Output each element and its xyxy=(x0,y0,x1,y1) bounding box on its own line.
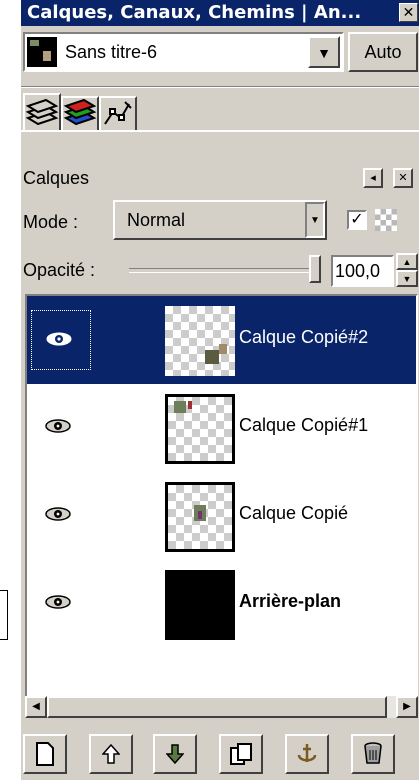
new-layer-icon xyxy=(36,742,54,766)
layers-dock-window: Calques, Canaux, Chemins | An... ✕ Sans … xyxy=(20,0,419,780)
duplicate-layer-icon xyxy=(230,743,252,765)
lower-layer-button[interactable] xyxy=(153,734,197,774)
layer-name[interactable]: Calque Copié#2 xyxy=(239,327,368,348)
tab-strip-line xyxy=(21,130,419,132)
opacity-input[interactable]: 100,0 xyxy=(331,255,394,287)
eye-icon xyxy=(45,507,71,521)
delete-layer-icon xyxy=(364,742,382,764)
opacity-slider-handle[interactable] xyxy=(309,255,321,283)
close-icon[interactable]: ✕ xyxy=(399,3,418,22)
eye-icon xyxy=(45,419,71,433)
title-bar[interactable]: Calques, Canaux, Chemins | An... ✕ xyxy=(21,0,419,26)
channels-tab-icon xyxy=(63,98,97,126)
layer-row[interactable]: Calque Copié#1 xyxy=(27,384,416,472)
panel-title: Calques xyxy=(23,168,90,188)
new-layer-button[interactable] xyxy=(23,734,67,774)
image-name: Sans titre-6 xyxy=(65,42,158,62)
spin-up-icon[interactable]: ▲ xyxy=(396,253,418,270)
paths-tab-icon xyxy=(104,101,132,125)
chevron-down-icon[interactable]: ▼ xyxy=(308,36,340,68)
raise-layer-icon xyxy=(101,743,121,764)
auto-button[interactable]: Auto xyxy=(348,32,418,72)
layers-tab-icon xyxy=(25,98,59,126)
visibility-toggle[interactable] xyxy=(31,398,91,458)
scroll-left-icon[interactable]: ◀ xyxy=(25,696,47,718)
opacity-spin-buttons: ▲ ▼ xyxy=(396,253,418,287)
visibility-toggle[interactable] xyxy=(31,310,91,370)
visibility-toggle[interactable] xyxy=(31,486,91,546)
window-title: Calques, Canaux, Chemins | An... xyxy=(27,2,362,23)
transparency-icon xyxy=(375,209,397,231)
layer-thumbnail xyxy=(165,482,235,552)
image-selector-combo[interactable]: Sans titre-6 ▼ xyxy=(23,32,344,72)
layer-name[interactable]: Arrière-plan xyxy=(239,591,341,612)
anchor-layer-button[interactable] xyxy=(285,734,329,774)
panel-close-icon[interactable]: ✕ xyxy=(393,168,413,188)
opacity-value: 100,0 xyxy=(335,261,381,281)
chevron-down-icon[interactable]: ▼ xyxy=(305,202,325,238)
panel-menu-icon[interactable]: ◂ xyxy=(363,168,383,188)
raise-layer-button[interactable] xyxy=(89,734,133,774)
layer-thumbnail xyxy=(165,306,235,376)
layer-thumbnail xyxy=(165,394,235,464)
partial-left-edge xyxy=(0,590,8,640)
layer-row[interactable]: Calque Copié xyxy=(27,472,416,560)
opacity-label: Opacité : xyxy=(23,260,96,280)
duplicate-layer-button[interactable] xyxy=(219,734,263,774)
anchor-layer-icon xyxy=(297,744,317,762)
mode-value: Normal xyxy=(127,210,186,230)
keep-transparency-checkbox[interactable]: ✓ xyxy=(347,210,367,230)
image-thumbnail xyxy=(27,37,57,67)
scrollbar-thumb[interactable] xyxy=(47,696,387,718)
tab-paths[interactable] xyxy=(99,96,137,130)
visibility-toggle[interactable] xyxy=(31,574,91,634)
tab-layers[interactable] xyxy=(23,93,61,131)
layer-thumbnail xyxy=(165,570,235,640)
divider xyxy=(21,86,419,88)
eye-icon xyxy=(46,332,72,346)
mode-select[interactable]: Normal ▼ xyxy=(113,200,327,240)
opacity-slider[interactable] xyxy=(129,268,319,273)
delete-layer-button[interactable] xyxy=(351,734,395,774)
mode-label: Mode : xyxy=(23,212,79,232)
scroll-right-icon[interactable]: ▶ xyxy=(396,696,418,718)
layer-name[interactable]: Calque Copié#1 xyxy=(239,415,368,436)
horizontal-scrollbar[interactable]: ◀ ▶ xyxy=(25,696,418,718)
eye-icon xyxy=(45,595,71,609)
layer-row[interactable]: Arrière-plan xyxy=(27,560,416,648)
layer-name[interactable]: Calque Copié xyxy=(239,503,348,524)
tab-channels[interactable] xyxy=(61,96,99,130)
lower-layer-icon xyxy=(165,744,185,765)
spin-down-icon[interactable]: ▼ xyxy=(396,270,418,287)
layers-list[interactable]: Calque Copié#2 Calque Copié#1 Calque Cop… xyxy=(25,294,418,706)
layer-row[interactable]: Calque Copié#2 xyxy=(27,296,416,384)
